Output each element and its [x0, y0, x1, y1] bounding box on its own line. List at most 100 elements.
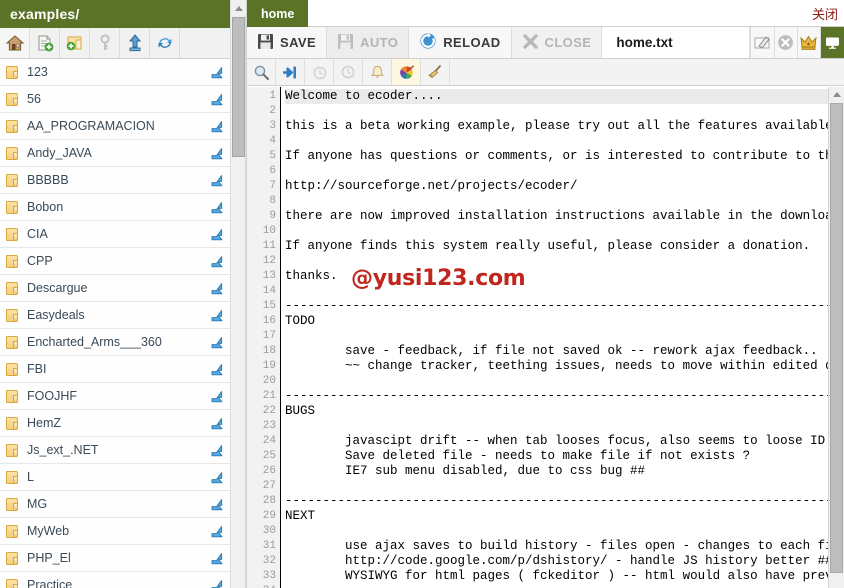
code-line[interactable]: use ajax saves to build history - files … [285, 539, 844, 554]
code-line[interactable] [285, 254, 844, 269]
home-icon[interactable] [0, 28, 30, 58]
code-line[interactable] [285, 329, 844, 344]
scroll-up-arrow-icon[interactable] [231, 0, 246, 16]
file-list-item[interactable]: AA_PROGRAMACION [0, 113, 230, 140]
code-line[interactable] [285, 194, 844, 209]
code-editor-area[interactable]: 1 2 3 4 5 6 7 8 9 10 11 12 13 14 15 16 17 18 19 20 21 22 23 24 2… [247, 87, 844, 588]
broom-icon[interactable] [421, 59, 450, 85]
code-line[interactable]: Welcome to ecoder.... [285, 89, 844, 104]
enter-folder-icon[interactable] [209, 146, 224, 161]
bell-icon[interactable] [363, 59, 392, 85]
close-circle-icon[interactable] [774, 27, 798, 58]
code-line[interactable] [285, 164, 844, 179]
file-list-item[interactable]: FOOJHF [0, 383, 230, 410]
editor-scrollbar[interactable] [828, 87, 844, 588]
enter-folder-icon[interactable] [209, 119, 224, 134]
scrollbar-thumb[interactable] [232, 17, 245, 157]
enter-folder-icon[interactable] [209, 200, 224, 215]
auto-save-button[interactable]: AUTO [327, 27, 410, 58]
search-icon[interactable] [247, 59, 276, 85]
editor-scrollbar-thumb[interactable] [830, 103, 843, 573]
enter-folder-icon[interactable] [209, 389, 224, 404]
enter-folder-icon[interactable] [209, 92, 224, 107]
file-list-item[interactable]: CIA [0, 221, 230, 248]
code-line[interactable]: ~~ change tracker, teething issues, need… [285, 359, 844, 374]
file-list-item[interactable]: Practice [0, 572, 230, 588]
file-list-item[interactable]: CPP [0, 248, 230, 275]
enter-folder-icon[interactable] [209, 281, 224, 296]
color-palette-icon[interactable] [392, 59, 421, 85]
enter-folder-icon[interactable] [209, 65, 224, 80]
editor-scroll-up-arrow-icon[interactable] [829, 87, 844, 102]
enter-folder-icon[interactable] [209, 443, 224, 458]
code-line[interactable]: BUGS [285, 404, 844, 419]
code-line[interactable]: http://sourceforge.net/projects/ecoder/ [285, 179, 844, 194]
enter-folder-icon[interactable] [209, 254, 224, 269]
file-list-item[interactable]: HemZ [0, 410, 230, 437]
code-line[interactable]: TODO [285, 314, 844, 329]
file-list-item[interactable]: L [0, 464, 230, 491]
save-button[interactable]: SAVE [247, 27, 328, 58]
edit-icon[interactable] [751, 27, 775, 58]
file-list-item[interactable]: Easydeals [0, 302, 230, 329]
upload-icon[interactable] [120, 28, 150, 58]
code-line[interactable]: save - feedback, if file not saved ok --… [285, 344, 844, 359]
code-line[interactable] [285, 284, 844, 299]
enter-folder-icon[interactable] [209, 227, 224, 242]
code-line[interactable]: If anyone finds this system really usefu… [285, 239, 844, 254]
new-file-icon[interactable] [30, 28, 60, 58]
enter-folder-icon[interactable] [209, 416, 224, 431]
enter-folder-icon[interactable] [209, 524, 224, 539]
code-line[interactable]: IE7 sub menu disabled, due to css bug ## [285, 464, 844, 479]
key-icon[interactable] [90, 28, 120, 58]
code-line[interactable] [285, 224, 844, 239]
file-list-item[interactable]: Js_ext_.NET [0, 437, 230, 464]
file-list-item[interactable]: PHP_El [0, 545, 230, 572]
code-line[interactable]: http://code.google.com/p/dshistory/ - ha… [285, 554, 844, 569]
close-window-link[interactable]: 关闭 [812, 4, 838, 23]
enter-folder-icon[interactable] [209, 362, 224, 377]
code-line[interactable]: ----------------------------------------… [285, 299, 844, 314]
file-list-item[interactable]: 123 [0, 59, 230, 86]
code-line[interactable] [285, 134, 844, 149]
enter-folder-icon[interactable] [209, 173, 224, 188]
close-file-button[interactable]: CLOSE [511, 27, 603, 58]
code-line[interactable] [285, 419, 844, 434]
code-line[interactable]: thanks. [285, 269, 844, 284]
file-list-scrollbar[interactable] [230, 0, 246, 588]
enter-folder-icon[interactable] [209, 497, 224, 512]
screen-icon[interactable] [821, 27, 844, 58]
file-list-item[interactable]: FBI [0, 356, 230, 383]
file-list-item[interactable]: Encharted_Arms___360 [0, 329, 230, 356]
code-line[interactable] [285, 524, 844, 539]
file-list-item[interactable]: Andy_JAVA [0, 140, 230, 167]
file-list-item[interactable]: 56 [0, 86, 230, 113]
tab-home[interactable]: home [247, 0, 309, 27]
enter-folder-icon[interactable] [209, 578, 224, 588]
reload-button[interactable]: RELOAD [409, 27, 512, 58]
file-list-item[interactable]: MG [0, 491, 230, 518]
code-line[interactable]: Save deleted file - needs to make file i… [285, 449, 844, 464]
code-line[interactable]: javascipt drift -- when tab looses focus… [285, 434, 844, 449]
file-list[interactable]: 123 56 AA_PROGRAMACION Andy_JAVA BBBBB Bobon C… [0, 59, 230, 588]
code-line[interactable] [285, 374, 844, 389]
enter-folder-icon[interactable] [209, 335, 224, 350]
file-list-item[interactable]: MyWeb [0, 518, 230, 545]
enter-folder-icon[interactable] [209, 551, 224, 566]
crown-icon[interactable] [797, 27, 822, 58]
code-text[interactable]: Welcome to ecoder.... this is a beta wor… [281, 87, 844, 588]
code-line[interactable]: ----------------------------------------… [285, 494, 844, 509]
code-line[interactable] [285, 104, 844, 119]
code-line[interactable] [285, 584, 844, 588]
new-folder-icon[interactable] [60, 28, 90, 58]
code-line[interactable]: NEXT [285, 509, 844, 524]
code-line[interactable]: this is a beta working example, please t… [285, 119, 844, 134]
code-line[interactable]: If anyone has questions or comments, or … [285, 149, 844, 164]
code-line[interactable]: WYSIWYG for html pages ( fckeditor ) -- … [285, 569, 844, 584]
refresh-icon[interactable] [150, 28, 180, 58]
enter-folder-icon[interactable] [209, 470, 224, 485]
code-line[interactable] [285, 479, 844, 494]
code-line[interactable]: ----------------------------------------… [285, 389, 844, 404]
file-list-item[interactable]: Descargue [0, 275, 230, 302]
indent-icon[interactable] [276, 59, 305, 85]
